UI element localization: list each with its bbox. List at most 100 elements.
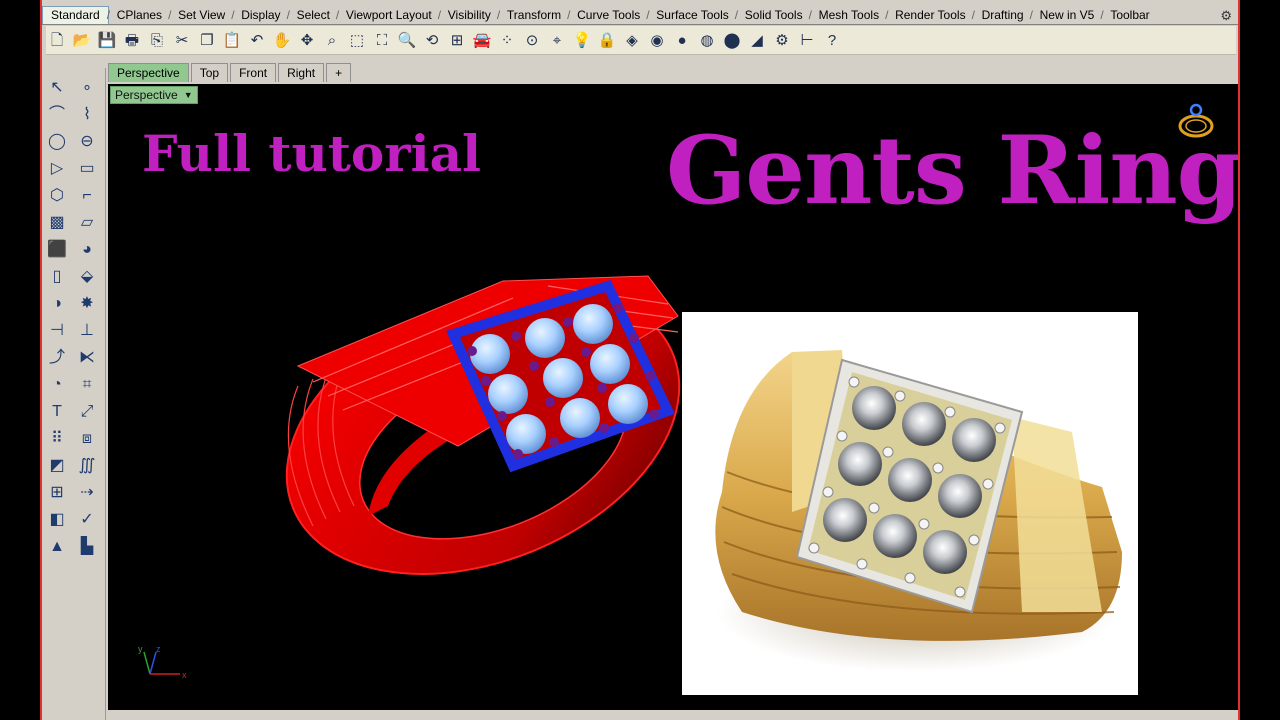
check-icon[interactable]: ✓ [80, 511, 93, 528]
grid-snap-icon[interactable]: ⊙ [521, 29, 543, 51]
offset-icon[interactable]: ◔ [52, 376, 62, 393]
rotate-view-icon[interactable]: ✥ [296, 29, 318, 51]
point-icon[interactable]: ∘ [82, 79, 92, 96]
undo-icon[interactable]: ↶ [246, 29, 268, 51]
copy-icon[interactable]: ❐ [196, 29, 218, 51]
help-icon[interactable]: ? [821, 29, 843, 51]
toolbar-tab-viewport-layout[interactable]: Viewport Layout [336, 7, 440, 24]
zoom-window-icon[interactable]: ⬚ [346, 29, 368, 51]
rhino-window: StandardCPlanesSet ViewDisplaySelectView… [40, 0, 1240, 720]
overlay-title: Gents Ring [666, 116, 1238, 226]
save-icon[interactable]: 💾 [96, 29, 118, 51]
extrude-icon[interactable]: ⬙ [81, 268, 93, 285]
spotlight-icon[interactable]: ◢ [746, 29, 768, 51]
flow-icon[interactable]: ⇢ [80, 484, 93, 501]
light-icon[interactable]: 💡 [571, 29, 593, 51]
circle-icon[interactable]: ◯ [48, 133, 66, 150]
render-sphere-icon[interactable]: ◍ [696, 29, 718, 51]
arc-icon[interactable]: ▷ [51, 160, 63, 177]
select-arrow-icon[interactable]: ↖ [50, 79, 63, 96]
polygon-icon[interactable]: ⬡ [50, 187, 64, 204]
osnap-icon[interactable]: ⌖ [546, 29, 568, 51]
move-icon[interactable]: ⤢ [81, 403, 94, 420]
render-tool-icon[interactable]: ▙ [81, 538, 93, 555]
cut-icon[interactable]: ✂ [171, 29, 193, 51]
undo-view-icon[interactable]: ⟲ [421, 29, 443, 51]
curve-icon[interactable]: ⌇ [83, 106, 91, 123]
viewport-tab-front[interactable]: Front [230, 63, 277, 82]
lock-icon[interactable]: 🔒 [596, 29, 618, 51]
render-blue-icon[interactable]: ⬤ [721, 29, 743, 51]
paste-icon[interactable]: 📋 [221, 29, 243, 51]
explode-icon[interactable]: ✸ [80, 295, 93, 312]
sphere-icon[interactable]: ◕ [82, 241, 92, 258]
toolbar-tab-set-view[interactable]: Set View [168, 7, 233, 24]
settings-gear-icon[interactable]: ⚙ [1220, 8, 1232, 24]
toolbar-tab-display[interactable]: Display [231, 7, 288, 24]
ring-3d-model[interactable] [258, 186, 688, 576]
viewport-tab-perspective[interactable]: Perspective [108, 63, 189, 82]
text-icon[interactable]: T [52, 403, 62, 420]
array-icon[interactable]: ⠿ [51, 430, 63, 447]
new-icon[interactable]: 🗋 [46, 29, 68, 51]
surface-icon[interactable]: ▩ [49, 214, 64, 231]
zoom-icon[interactable]: ⌕ [321, 29, 343, 51]
perspective-viewport[interactable]: Perspective ▼ Full tutorial Gents Ring x… [108, 84, 1238, 710]
pointcloud-icon[interactable]: ⁘ [496, 29, 518, 51]
zoom-extents-icon[interactable]: ⛶ [371, 29, 393, 51]
mesh-icon[interactable]: ▲ [49, 538, 65, 555]
ellipse-icon[interactable]: ⊖ [80, 133, 93, 150]
fillet-icon[interactable]: ⌐ [82, 187, 91, 204]
axis-z-label: z [156, 644, 161, 654]
patch-icon[interactable]: ▱ [81, 214, 93, 231]
rendered-ring-photo [682, 312, 1138, 695]
toolbar-tab-visibility[interactable]: Visibility [438, 7, 499, 24]
viewport-tab-right[interactable]: Right [278, 63, 325, 82]
status-bar [108, 710, 1238, 720]
viewport-title-label[interactable]: Perspective ▼ [110, 86, 198, 104]
open-icon[interactable]: 📂 [71, 29, 93, 51]
scale-icon[interactable]: ⧈ [82, 430, 92, 447]
print-icon[interactable]: 🖶 [121, 29, 143, 51]
left-toolbar: ↖ ∘ ⌒ ⌇ ◯ ⊖ ▷ ▭ ⬡ ⌐ ▩ ▱ ⬛ ◕ ▯ ⬙ ◑ ✸ ⊣ ⊥ ⤴ ⧔ ◔ ⌗ T ⤢ ⠿ ⧈ ◩ ∭ ⊞ ⇢ ◧ ✓ ▲ ▙ [42, 68, 106, 720]
car-icon[interactable]: 🚘 [471, 29, 493, 51]
zoom-selected-icon[interactable]: 🔍 [396, 29, 418, 51]
mirror-icon[interactable]: ⧔ [79, 349, 95, 366]
box-icon[interactable]: ⬛ [47, 241, 67, 258]
shaded-sphere-icon[interactable]: ● [671, 29, 693, 51]
toolbar-tab-transform[interactable]: Transform [497, 7, 569, 24]
cylinder-icon[interactable]: ▯ [53, 268, 62, 285]
dimension-icon[interactable]: ⊢ [796, 29, 818, 51]
toolbar-tab-drafting[interactable]: Drafting [972, 7, 1032, 24]
polyline-icon[interactable]: ⌒ [49, 106, 65, 123]
toolbar-tab-curve-tools[interactable]: Curve Tools [567, 7, 648, 24]
viewport-tab-top[interactable]: Top [190, 63, 229, 82]
solid-edit-icon[interactable]: ◩ [49, 457, 64, 474]
join-icon[interactable]: ⤴ [49, 349, 65, 366]
toolbar-tab-new-in-v5[interactable]: New in V5 [1030, 7, 1103, 24]
toolbar-tab-strip: StandardCPlanesSet ViewDisplaySelectView… [42, 6, 1238, 25]
color-wheel-icon[interactable]: ◉ [646, 29, 668, 51]
blend-icon[interactable]: ⌗ [82, 376, 91, 393]
import-icon[interactable]: ⎘ [146, 29, 168, 51]
toolbar-tab-mesh-tools[interactable]: Mesh Tools [809, 7, 887, 24]
toolbar-tab-standard[interactable]: Standard [42, 6, 109, 24]
toolbar-tab-select[interactable]: Select [287, 7, 338, 24]
trim-icon[interactable]: ⊣ [50, 322, 64, 339]
grid-array-icon[interactable]: ⊞ [50, 484, 63, 501]
four-viewports-icon[interactable]: ⊞ [446, 29, 468, 51]
toolbar-tab-solid-tools[interactable]: Solid Tools [735, 7, 811, 24]
options-gear-icon[interactable]: ⚙ [771, 29, 793, 51]
toolbar-tab-render-tools[interactable]: Render Tools [885, 7, 974, 24]
split-icon[interactable]: ⊥ [80, 322, 94, 339]
toolbar-tab-cplanes[interactable]: CPlanes [107, 7, 170, 24]
rectangle-icon[interactable]: ▭ [79, 160, 94, 177]
toolbar-tab-toolbar[interactable]: Toolbar [1100, 7, 1157, 24]
pan-icon[interactable]: ✋ [271, 29, 293, 51]
cage-icon[interactable]: ◧ [49, 511, 64, 528]
toolbar-tab-surface-tools[interactable]: Surface Tools [646, 7, 737, 24]
boolean-icon[interactable]: ◑ [52, 295, 62, 312]
layer-icon[interactable]: ◈ [621, 29, 643, 51]
dimension-tool-icon[interactable]: ∭ [79, 457, 96, 474]
add-viewport-tab-button[interactable]: + [326, 63, 352, 82]
